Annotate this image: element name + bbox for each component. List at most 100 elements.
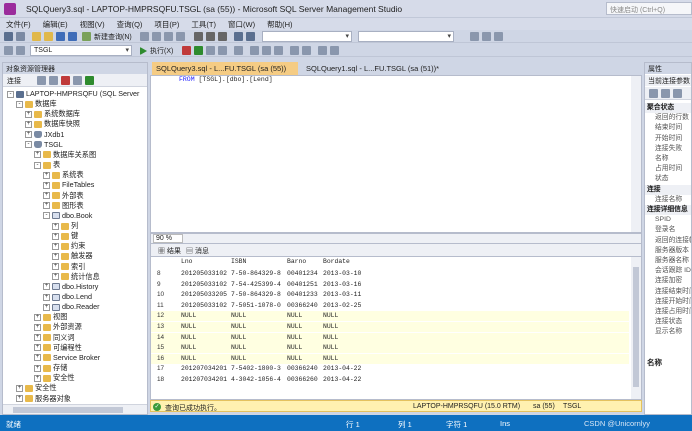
table-row[interactable]: 16 NULL NULL NULL NULL bbox=[151, 353, 629, 364]
table-cell[interactable]: 2013-03-10 bbox=[323, 269, 361, 279]
column-header[interactable]: Barno bbox=[287, 257, 306, 267]
results-grid[interactable]: Lno ISBN Barno Bordate 8 201205033102 7-50… bbox=[150, 256, 642, 400]
tree-node[interactable]: + 安全性 bbox=[34, 373, 75, 383]
redo-icon[interactable] bbox=[246, 32, 255, 41]
table-cell[interactable]: NULL bbox=[287, 343, 302, 353]
cancel-query-icon[interactable] bbox=[182, 46, 191, 55]
sql-editor[interactable]: FROM [TSGL].[dbo].[Lend] bbox=[150, 75, 642, 233]
table-cell[interactable]: 2013-02-25 bbox=[323, 301, 361, 311]
property-row[interactable]: 连接状态 bbox=[645, 317, 691, 327]
dmx-icon[interactable] bbox=[152, 32, 161, 41]
categorized-icon[interactable] bbox=[649, 89, 658, 98]
property-row[interactable]: 连接占用时间 bbox=[645, 307, 691, 317]
display-plan-icon[interactable] bbox=[206, 46, 215, 55]
expand-toggle-icon[interactable]: + bbox=[34, 313, 41, 321]
disconnect-object-icon[interactable] bbox=[49, 76, 58, 85]
cut-icon[interactable] bbox=[194, 32, 203, 41]
tree-node[interactable]: + 索引 bbox=[52, 262, 85, 272]
table-cell[interactable]: 00401234 bbox=[287, 269, 318, 279]
undo-icon[interactable] bbox=[234, 32, 243, 41]
connect-object-icon[interactable] bbox=[37, 76, 46, 85]
tree-node[interactable]: + 可编程性 bbox=[34, 343, 82, 353]
menu-help[interactable]: 帮助(H) bbox=[261, 18, 298, 30]
table-cell[interactable]: NULL bbox=[181, 322, 196, 332]
table-cell[interactable]: 00401233 bbox=[287, 290, 318, 300]
property-row[interactable]: 名称 bbox=[645, 154, 691, 164]
object-explorer-scrollbar[interactable] bbox=[3, 404, 147, 414]
mdx-icon[interactable] bbox=[140, 32, 149, 41]
table-cell[interactable]: NULL bbox=[287, 333, 302, 343]
table-cell[interactable]: 2013-04-22 bbox=[323, 364, 361, 374]
save-all-icon[interactable] bbox=[68, 32, 77, 41]
property-row[interactable]: 连接加密 bbox=[645, 276, 691, 286]
tree-node[interactable]: + 安全性 bbox=[16, 383, 57, 393]
forward-icon[interactable] bbox=[16, 32, 25, 41]
menu-project[interactable]: 项目(P) bbox=[148, 18, 185, 30]
property-row[interactable]: 连接结束时间 bbox=[645, 287, 691, 297]
expand-toggle-icon[interactable]: + bbox=[43, 181, 50, 189]
expand-toggle-icon[interactable]: + bbox=[43, 293, 50, 301]
filter-icon[interactable] bbox=[73, 76, 82, 85]
table-row[interactable]: 18 201207034201 4-3042-1056-4 00366260 2013-… bbox=[151, 375, 629, 385]
table-cell[interactable]: 2013-03-16 bbox=[323, 280, 361, 290]
table-cell[interactable]: NULL bbox=[231, 322, 246, 332]
uncomment-icon[interactable] bbox=[302, 46, 311, 55]
quick-launch-input[interactable]: 快速启动 (Ctrl+Q) bbox=[606, 2, 692, 15]
property-row[interactable]: 返回的行数 bbox=[645, 113, 691, 123]
table-cell[interactable]: NULL bbox=[287, 322, 302, 332]
table-cell[interactable]: NULL bbox=[287, 354, 302, 364]
expand-toggle-icon[interactable]: + bbox=[52, 222, 59, 230]
table-cell[interactable]: 201207034201 bbox=[181, 375, 227, 385]
table-cell[interactable]: NULL bbox=[181, 343, 196, 353]
tree-node[interactable]: - dbo.Book bbox=[43, 211, 92, 221]
table-cell[interactable]: 00366240 bbox=[287, 301, 318, 311]
expand-toggle-icon[interactable]: + bbox=[34, 374, 41, 382]
tree-node[interactable]: + 列 bbox=[52, 221, 78, 231]
property-category[interactable]: 连接 bbox=[645, 184, 691, 195]
table-cell[interactable]: 2013-03-11 bbox=[323, 290, 361, 300]
table-cell[interactable]: NULL bbox=[231, 333, 246, 343]
expand-toggle-icon[interactable]: + bbox=[25, 121, 32, 129]
table-cell[interactable]: 201205033102 bbox=[181, 269, 227, 279]
table-cell[interactable]: 2013-04-22 bbox=[323, 375, 361, 385]
table-cell[interactable]: 00401251 bbox=[287, 280, 318, 290]
expand-toggle-icon[interactable]: + bbox=[52, 263, 59, 271]
solution-config-dropdown[interactable] bbox=[262, 31, 352, 42]
intellisense-icon[interactable] bbox=[234, 46, 243, 55]
expand-toggle-icon[interactable]: + bbox=[52, 273, 59, 281]
tree-node[interactable]: - LAPTOP-HMPRSQFU (SQL Server bbox=[7, 89, 139, 99]
expand-toggle-icon[interactable]: + bbox=[34, 324, 41, 332]
decrease-indent-icon[interactable] bbox=[318, 46, 327, 55]
expand-toggle-icon[interactable]: + bbox=[25, 131, 32, 139]
connect-icon[interactable] bbox=[4, 46, 13, 55]
table-cell[interactable]: 201207034201 bbox=[181, 364, 227, 374]
expand-toggle-icon[interactable]: + bbox=[16, 395, 23, 403]
table-cell[interactable]: 7-5402-1800-3 bbox=[231, 364, 281, 374]
new-project-icon[interactable] bbox=[32, 32, 41, 41]
tree-node[interactable]: + 数据库关系图 bbox=[34, 150, 96, 160]
execute-icon[interactable] bbox=[140, 47, 147, 55]
table-cell[interactable]: NULL bbox=[181, 311, 196, 321]
tree-node[interactable]: + 视图 bbox=[34, 312, 67, 322]
expand-toggle-icon[interactable]: - bbox=[43, 212, 50, 220]
comment-icon[interactable] bbox=[290, 46, 299, 55]
table-row[interactable]: 13 NULL NULL NULL NULL bbox=[151, 322, 629, 332]
table-cell[interactable]: 7-50-864329-8 bbox=[231, 290, 281, 300]
disconnect-icon[interactable] bbox=[16, 46, 25, 55]
parse-icon[interactable] bbox=[194, 46, 203, 55]
tab-sqlquery3[interactable]: SQLQuery3.sql - L...FU.TSGL (sa (55)) bbox=[152, 62, 298, 75]
tab-sqlquery1[interactable]: SQLQuery1.sql - L...FU.TSGL (sa (51))* bbox=[302, 62, 442, 75]
property-row[interactable]: 返回的连接帐 bbox=[645, 236, 691, 246]
expand-toggle-icon[interactable]: + bbox=[52, 242, 59, 250]
table-cell[interactable]: NULL bbox=[181, 333, 196, 343]
back-icon[interactable] bbox=[4, 32, 13, 41]
expand-toggle-icon[interactable]: - bbox=[34, 161, 41, 169]
table-cell[interactable]: 201205033102 bbox=[181, 301, 227, 311]
property-row[interactable]: SPID bbox=[645, 215, 691, 225]
xmla-icon[interactable] bbox=[164, 32, 173, 41]
column-header[interactable]: ISBN bbox=[231, 257, 246, 267]
expand-toggle-icon[interactable]: + bbox=[25, 110, 32, 118]
expand-toggle-icon[interactable]: + bbox=[52, 232, 59, 240]
results-to-file-icon[interactable] bbox=[274, 46, 283, 55]
table-cell[interactable]: 7-54-425399-4 bbox=[231, 280, 281, 290]
